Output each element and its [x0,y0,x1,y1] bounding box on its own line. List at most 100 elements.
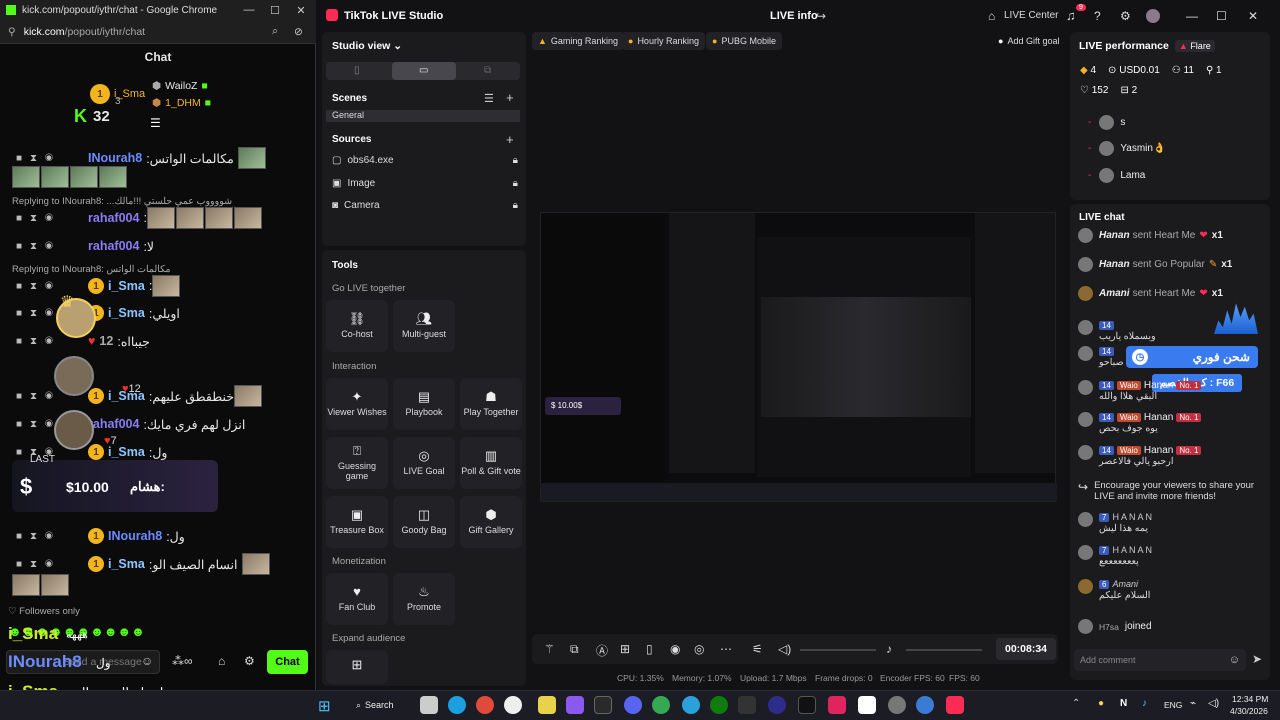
close-button[interactable]: ✕ [1248,9,1258,23]
add-gift-goal-button[interactable]: ● Add Gift goal [992,32,1065,50]
username[interactable]: i_Sma [108,306,145,320]
phone-icon[interactable]: ▯ [646,642,653,656]
tiktok-studio-icon[interactable] [946,696,964,714]
discord-icon[interactable] [624,696,642,714]
microphone-icon[interactable]: ♪ [1142,698,1147,709]
language-indicator[interactable]: ENG [1164,700,1182,710]
tray-app-icon[interactable]: N [1120,698,1127,709]
menu-icon[interactable]: ☰ [150,116,161,130]
username[interactable]: 12 [99,334,113,348]
task-view-icon[interactable] [420,696,438,714]
app-icon[interactable] [916,696,934,714]
username[interactable]: rahaf004 [88,417,139,431]
username[interactable]: i_Sma [108,445,145,459]
home-icon[interactable]: ⌂ [988,9,995,23]
mic-slider[interactable] [906,649,982,651]
list-icon[interactable]: ☰ [484,92,494,105]
share-icon[interactable]: ↪ [816,9,826,23]
source-item[interactable]: ▣ Image 🔒︎ [332,173,518,193]
avatar[interactable] [1146,9,1160,23]
dual-icon[interactable]: ⧉ [484,65,491,76]
lock-icon[interactable]: 🔒︎ [513,178,518,189]
send-icon[interactable]: ➤ [1252,652,1262,666]
lock-icon[interactable]: 🔒︎ [513,200,518,211]
store-icon[interactable]: ⌂ [218,654,225,668]
minimize-button[interactable]: — [1186,9,1198,23]
username[interactable]: rahaf004 [88,239,139,253]
add-comment-input[interactable]: Add comment ☺ [1074,649,1246,671]
obs-icon[interactable] [858,696,876,714]
xbox-icon[interactable] [710,696,728,714]
live-center-link[interactable]: LIVE Center [1004,10,1058,21]
clock-date[interactable]: 4/30/2026 [1230,706,1268,716]
gift-gallery-button[interactable]: ⬢ Gift Gallery [460,496,522,548]
multiguest-button[interactable]: 👥︎ Multi-guest [393,300,455,352]
hourly-ranking-chip[interactable]: ● Hourly Ranking [622,32,705,50]
lock-icon[interactable]: 🔒︎ [513,155,518,166]
settings-icon[interactable]: ⚙ [1120,9,1131,23]
username[interactable]: i_Sma [108,279,145,293]
username[interactable]: i_Sma [108,557,145,571]
volume-icon[interactable]: ◁) [778,642,791,656]
fan-club-button[interactable]: ♥ Fan Club [326,573,388,625]
effects-icon[interactable]: ⚚ [544,642,555,656]
screen-icon[interactable]: ⧉ [570,642,579,657]
add-media-icon[interactable]: ⊞ [620,642,630,656]
live-info-title[interactable]: LIVE info [770,10,818,22]
help-icon[interactable]: ? [1094,9,1101,23]
close-button[interactable]: ✕ [288,0,314,20]
minimize-button[interactable]: — [236,0,262,20]
goody-bag-button[interactable]: ◫ Goody Bag [393,496,455,548]
chat-send-button[interactable]: Chat [267,650,308,674]
clock-time[interactable]: 12:34 PM [1232,694,1268,704]
emoji-icon[interactable]: ☺ [1229,654,1240,666]
add-scene-button[interactable]: + [506,90,514,105]
gift-sub-icon[interactable]: ⁂∞ [172,654,193,668]
bell-icon[interactable]: ♫ [1066,8,1076,23]
microphone-icon[interactable]: ♪ [886,642,892,656]
network-icon[interactable]: ⌁ [1190,698,1196,709]
tray-chevron-icon[interactable]: ⌃ [1072,698,1080,709]
chatgpt-icon[interactable] [504,696,522,714]
ranking-item[interactable]: - Yasmin👌 [1088,141,1165,156]
gaming-ranking-chip[interactable]: ▲ Gaming Ranking [532,32,624,50]
browser-icon[interactable] [476,696,494,714]
playbook-button[interactable]: ▤ Playbook [393,378,455,430]
mixer-icon[interactable]: ⚟ [752,642,763,656]
volume-slider[interactable] [800,649,876,651]
expand-tool-button[interactable]: ⊞ [326,650,388,684]
tiktok-icon[interactable] [798,696,816,714]
gear-icon[interactable]: ⚙ [244,654,255,668]
maximize-button[interactable]: ☐ [262,0,288,20]
pubg-chip[interactable]: ● PUBG Mobile [706,32,782,50]
volume-icon[interactable]: ◁) [1208,698,1219,709]
source-item[interactable]: ◙ Camera 🔒︎ [332,195,518,215]
app-icon[interactable] [828,696,846,714]
username[interactable]: INourah8 [88,151,142,165]
chrome-icon[interactable] [652,696,670,714]
tray-app-icon[interactable]: ● [1098,698,1104,709]
guessing-game-button[interactable]: ⍰ Guessing game [326,437,388,489]
app-icon[interactable] [888,696,906,714]
username[interactable]: rahaf004 [88,211,139,225]
taskbar-search[interactable]: ⌕ Search [350,695,406,715]
play-together-button[interactable]: ☗ Play Together [460,378,522,430]
camera-switch-icon[interactable]: ◎ [694,642,704,656]
cohost-button[interactable]: ⛓ Co-host [326,300,388,352]
viewer-wishes-button[interactable]: ✦ Viewer Wishes [326,378,388,430]
site-info-icon[interactable]: ⚲ [8,26,16,38]
studio-view-dropdown[interactable]: Studio view ⌄ [332,40,402,52]
emoji-icon[interactable]: ☺ [141,654,153,668]
ai-icon[interactable]: Ⓐ [596,642,608,659]
record-icon[interactable]: ◉ [670,642,680,656]
app-icon[interactable] [768,696,786,714]
edge-icon[interactable] [448,696,466,714]
files-icon[interactable] [538,696,556,714]
zoom-icon[interactable]: ⌕ [272,25,278,38]
address-bar[interactable]: ⚲ kick.com /popout/iythr/chat ⌕ ⊘ [0,20,316,44]
next-app-icon[interactable] [738,696,756,714]
promote-button[interactable]: ♨ Promote [393,573,455,625]
source-item[interactable]: ▢ obs64.exe 🔒︎ [332,150,518,170]
username[interactable]: INourah8 [108,529,162,543]
eye-off-icon[interactable]: ⊘ [294,26,303,38]
